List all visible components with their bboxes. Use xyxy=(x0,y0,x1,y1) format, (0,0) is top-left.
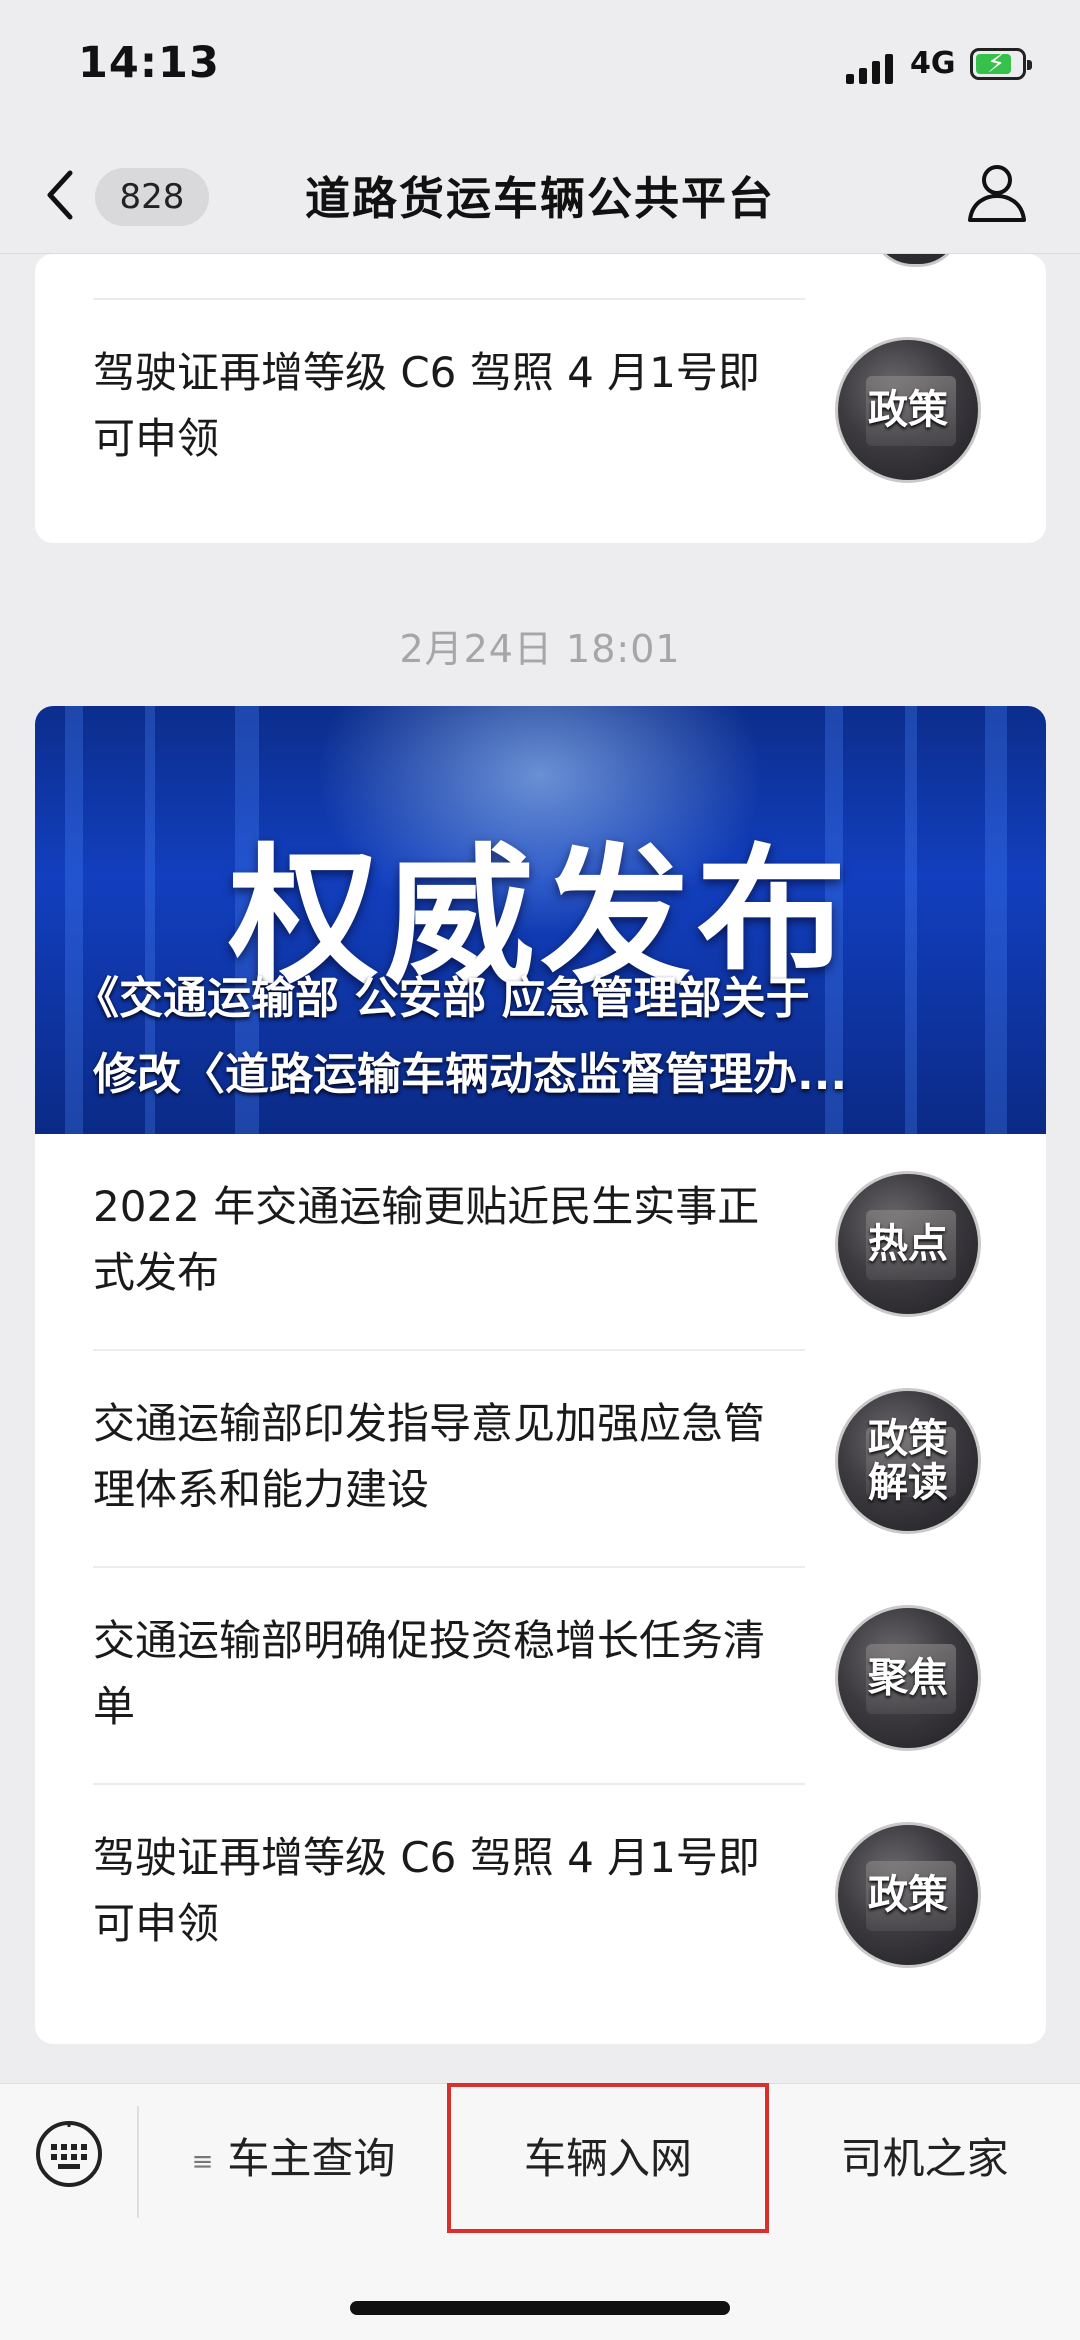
menu-owner-query[interactable]: ≡ 车主查询 xyxy=(140,2084,447,2234)
article-title: 交通运输部明确促投资稳增长任务清单 xyxy=(93,1616,766,1731)
keyboard-toggle-button[interactable] xyxy=(34,2119,104,2189)
menu-separator xyxy=(137,2106,139,2218)
article-thumbnail: 热点 xyxy=(835,1171,981,1317)
article-tag: 聚焦 xyxy=(868,1655,948,1701)
banner-image[interactable]: 权威发布 《交通运输部 公安部 应急管理部关于 修改〈道路运输车辆动态监督管理办… xyxy=(35,706,1046,1134)
article-thumbnail: 政策 解读 xyxy=(835,1388,981,1534)
article-thumbnail: 聚焦 xyxy=(835,1605,981,1751)
list-item[interactable]: 驾驶证再增等级 C6 驾照 4 月1号即可申领 政策 xyxy=(35,1785,1046,2002)
highlight-box xyxy=(447,2083,769,2233)
home-indicator[interactable] xyxy=(350,2301,730,2315)
list-item[interactable]: 交通运输部印发指导意见加强应急管理体系和能力建设 政策 解读 xyxy=(35,1351,1046,1568)
list-item[interactable]: 2022 年交通运输更贴近民生实事正式发布 热点 xyxy=(35,1134,1046,1351)
article-title: 2022 年交通运输更贴近民生实事正式发布 xyxy=(93,1182,760,1297)
article-title: 交通运输部印发指导意见加强应急管理体系和能力建设 xyxy=(93,1399,766,1514)
page-title: 道路货运车辆公共平台 xyxy=(304,172,775,225)
menu-driver-home[interactable]: 司机之家 xyxy=(769,2084,1080,2234)
battery-icon: ⚡ xyxy=(970,48,1032,80)
list-item[interactable]: 驾驶证再增等级 C6 驾照 4 月1号即可申领 政策 xyxy=(35,300,1046,517)
article-thumbnail: 政策 xyxy=(835,1822,981,1968)
profile-button[interactable] xyxy=(964,160,1030,226)
banner-subtitle-line1: 《交通运输部 公安部 应急管理部关于 xyxy=(75,973,810,1024)
person-icon xyxy=(968,165,1026,222)
banner-subtitle-line2: 修改〈道路运输车辆动态监督管理办... xyxy=(93,1049,848,1100)
article-card-previous: 驾驶证再增等级 C6 驾照 4 月1号即可申领 政策 xyxy=(35,254,1046,543)
network-type: 4G xyxy=(910,46,956,81)
article-tag: 政策 xyxy=(868,1872,948,1918)
menu-owner-query-label: 车主查询 xyxy=(227,2134,396,2183)
status-time: 14:13 xyxy=(78,38,220,88)
article-title: 驾驶证再增等级 C6 驾照 4 月1号即可申领 xyxy=(93,1833,760,1948)
article-card: 权威发布 《交通运输部 公安部 应急管理部关于 修改〈道路运输车辆动态监督管理办… xyxy=(35,706,1046,2044)
article-tag: 政策 xyxy=(868,387,948,433)
nav-bar: 828 道路货运车辆公共平台 xyxy=(0,135,1080,254)
signal-icon xyxy=(846,52,896,84)
message-timestamp: 2月24日 18:01 xyxy=(399,627,681,671)
article-tag-line1: 政策 xyxy=(868,1416,948,1462)
list-item[interactable]: 交通运输部明确促投资稳增长任务清单 聚焦 xyxy=(35,1568,1046,1785)
article-tag: 热点 xyxy=(868,1221,948,1267)
status-bar: 14:13 4G ⚡ xyxy=(0,0,1080,135)
article-tag-line2: 解读 xyxy=(868,1460,948,1506)
thumb-partial xyxy=(870,254,962,267)
article-title: 驾驶证再增等级 C6 驾照 4 月1号即可申领 xyxy=(93,348,760,463)
keyboard-icon xyxy=(36,2121,102,2187)
article-thumbnail: 政策 xyxy=(835,337,981,483)
article-tag: 政策 解读 xyxy=(838,1391,978,1531)
menu-driver-home-label: 司机之家 xyxy=(840,2134,1009,2183)
submenu-lines-icon: ≡ xyxy=(191,2146,214,2177)
